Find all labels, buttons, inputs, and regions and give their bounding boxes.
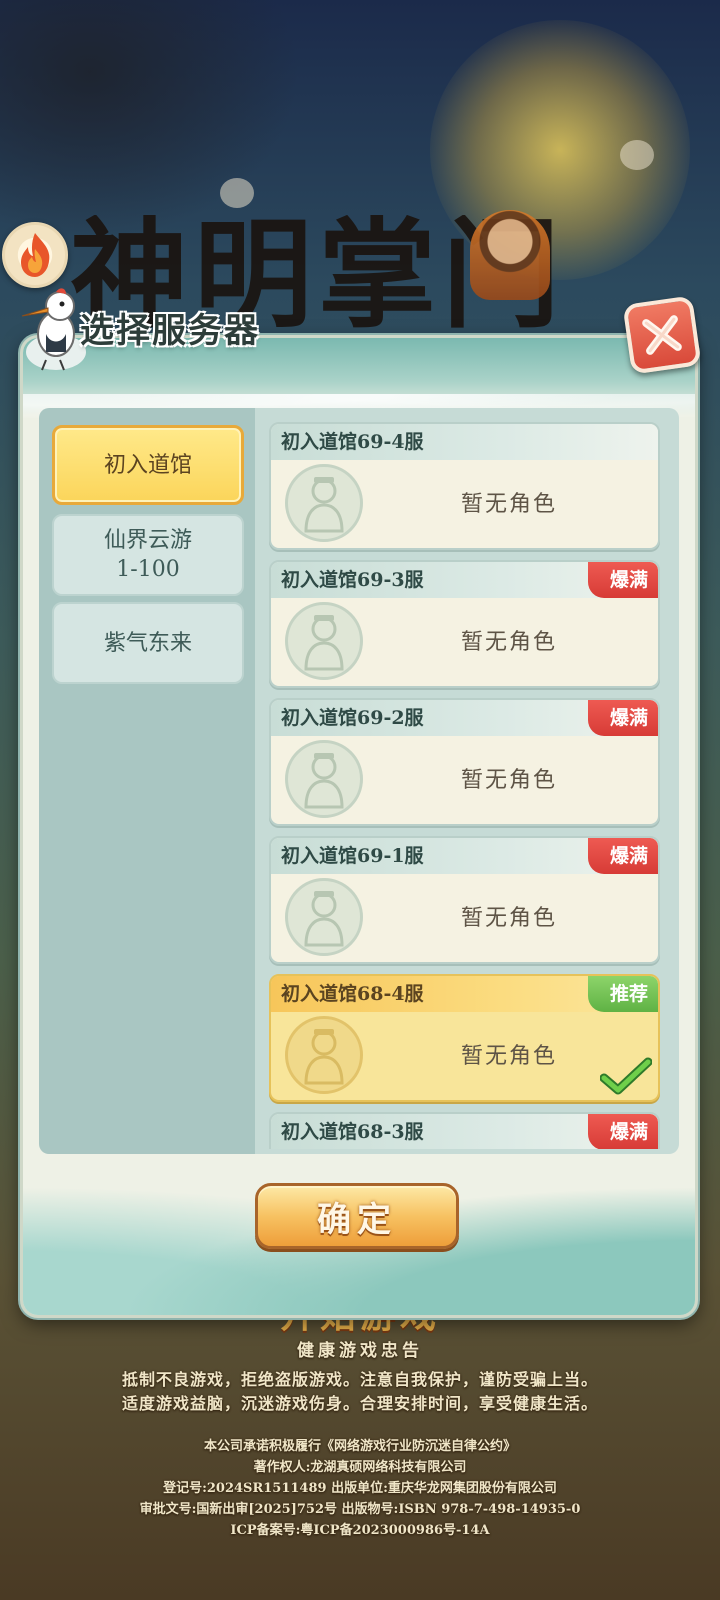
server-name: 初入道馆69-2服: [281, 707, 424, 729]
health-advice-line: 抵制不良游戏，拒绝盗版游戏。注意自我保护，谨防受骗上当。: [121, 1370, 598, 1389]
check-icon: [600, 1057, 652, 1095]
status-badge-full: 爆满: [587, 838, 658, 874]
category-tab-cloud-travel[interactable]: 仙界云游 1-100: [52, 514, 244, 596]
server-character-status: 暂无角色: [461, 630, 558, 655]
background-figure: [220, 178, 254, 208]
server-character-status: 暂无角色: [461, 1044, 558, 1069]
character-avatar-icon: [285, 602, 363, 680]
server-card[interactable]: 初入道馆68-3服 爆满: [269, 1112, 660, 1149]
close-button[interactable]: [622, 295, 702, 375]
server-character-status: 暂无角色: [461, 906, 558, 931]
server-card[interactable]: 初入道馆69-2服 爆满 暂无角色: [269, 698, 660, 826]
health-advice-title: 健康游戏忠告: [297, 1341, 423, 1361]
character-avatar-icon: [285, 464, 363, 542]
server-name: 初入道馆69-1服: [281, 845, 424, 867]
status-badge-full: 爆满: [587, 1114, 658, 1149]
server-card[interactable]: 初入道馆69-4服 暂无角色: [269, 422, 660, 550]
server-card[interactable]: 初入道馆69-1服 爆满 暂无角色: [269, 836, 660, 964]
background-figure: [620, 140, 654, 170]
server-list[interactable]: 初入道馆69-4服 暂无角色 初入道馆69-3服 爆满 暂无角色 初入道馆69-…: [269, 422, 661, 1149]
fire-phoenix-icon[interactable]: [2, 222, 68, 288]
status-badge-full: 爆满: [587, 700, 658, 736]
server-name: 初入道馆68-4服: [281, 983, 424, 1005]
status-badge-recommend: 推荐: [587, 976, 658, 1012]
server-character-status: 暂无角色: [461, 492, 558, 517]
server-select-dialog: 初入道馆 仙界云游 1-100 紫气东来 初入道馆69-4服 暂无角色 初入道馆…: [20, 335, 698, 1318]
background-character: [470, 210, 550, 300]
legal-line: 著作权人:龙湖真硕网络科技有限公司: [253, 1460, 467, 1475]
server-name: 初入道馆69-4服: [281, 431, 424, 453]
server-name: 初入道馆68-3服: [281, 1121, 424, 1143]
character-avatar-icon: [285, 740, 363, 818]
legal-line: 本公司承诺积极履行《网络游戏行业防沉迷自律公约》: [203, 1439, 516, 1454]
background-cloud: [0, 0, 300, 240]
close-icon: [642, 315, 682, 355]
category-tab-beginner[interactable]: 初入道馆: [52, 425, 244, 505]
category-tab-purple-qi[interactable]: 紫气东来: [52, 602, 244, 684]
status-badge-full: 爆满: [587, 562, 658, 598]
legal-line: 审批文号:国新出审[2025]752号 出版物号:ISBN 978-7-498-…: [139, 1502, 581, 1517]
character-avatar-icon: [285, 1016, 363, 1094]
server-card-selected[interactable]: 初入道馆68-4服 推荐 暂无角色: [269, 974, 660, 1102]
server-name: 初入道馆69-3服: [281, 569, 424, 591]
confirm-button[interactable]: 确定: [255, 1183, 459, 1249]
dialog-title: 选择服务器: [80, 311, 260, 351]
character-avatar-icon: [285, 878, 363, 956]
legal-line: ICP备案号:粤ICP备2023000986号-14A: [230, 1523, 490, 1538]
health-advice-line: 适度游戏益脑，沉迷游戏伤身。合理安排时间，享受健康生活。: [121, 1394, 598, 1413]
server-card[interactable]: 初入道馆69-3服 爆满 暂无角色: [269, 560, 660, 688]
legal-line: 登记号:2024SR1511489 出版单位:重庆华龙网集团股份有限公司: [163, 1481, 557, 1496]
server-character-status: 暂无角色: [461, 768, 558, 793]
